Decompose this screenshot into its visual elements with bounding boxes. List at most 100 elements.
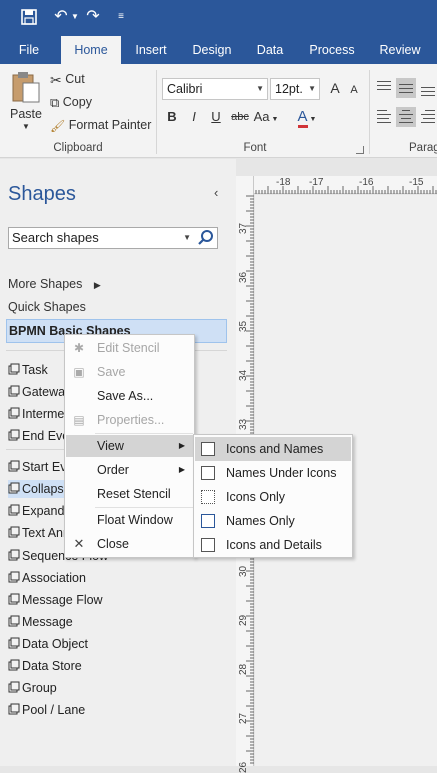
paste-dropdown-icon[interactable]: ▼ — [22, 122, 30, 131]
menu-item-properties[interactable]: ▤ Properties... — [66, 409, 193, 431]
shape-item[interactable]: Group — [8, 679, 228, 697]
redo-icon[interactable]: ↷ — [82, 6, 104, 28]
align-center-button[interactable] — [396, 107, 416, 127]
title-bar: ↶ ▼ ↷ ≡ — [0, 0, 437, 36]
menu-item-float-window[interactable]: Float Window — [66, 509, 193, 531]
grow-font-button[interactable]: A — [326, 78, 344, 98]
ruler-label: 30 — [238, 565, 249, 577]
ruler-label: 35 — [238, 320, 249, 332]
search-placeholder: Search shapes — [12, 230, 99, 245]
ruler-label: 34 — [238, 369, 249, 381]
underline-button[interactable]: U — [208, 106, 224, 128]
chevron-down-icon[interactable]: ▼ — [183, 228, 191, 248]
chevron-right-icon: ▶ — [178, 465, 185, 474]
ruler-label: 37 — [238, 222, 249, 234]
strikethrough-button[interactable]: abc — [229, 106, 251, 128]
menu-item-view[interactable]: View ▶ — [66, 435, 193, 457]
align-bottom-button[interactable] — [418, 78, 437, 98]
ruler-label: 26 — [238, 761, 249, 773]
ribbon-home: Paste ▼ ✂ Cut ⧉ Copy 🖌 Format Painter Cl… — [0, 64, 437, 158]
tab-process[interactable]: Process — [300, 36, 364, 64]
italic-button[interactable]: I — [186, 106, 202, 128]
font-family-value: Calibri — [167, 82, 203, 96]
submenu-item-label: Names Under Icons — [226, 466, 337, 480]
tab-insert[interactable]: Insert — [126, 36, 176, 64]
chevron-left-icon[interactable]: ‹ — [214, 185, 218, 200]
shrink-font-button[interactable]: A — [346, 80, 362, 100]
stencil-context-menu: ✱ Edit Stencil ▣ Save Save As... ▤ Prope… — [64, 334, 195, 558]
font-size-combo[interactable]: 12pt. ▼ — [270, 78, 320, 100]
submenu-item-names-only[interactable]: Names Only — [195, 509, 351, 533]
undo-icon[interactable]: ↶ — [50, 6, 72, 28]
menu-item-close[interactable]: ✕ Close — [66, 533, 193, 555]
save-icon[interactable] — [18, 6, 40, 28]
tab-design[interactable]: Design — [184, 36, 240, 64]
tab-home[interactable]: Home — [61, 36, 121, 64]
menu-item-label: Order — [97, 463, 129, 477]
submenu-item-label: Icons Only — [226, 490, 286, 504]
horizontal-ruler[interactable]: -18 -17 -16 -15 — [236, 176, 437, 194]
ruler-ticks — [237, 186, 437, 194]
font-color-button[interactable]: A ▼ — [290, 106, 324, 128]
align-left-button[interactable] — [374, 107, 394, 127]
submenu-item-icons-only[interactable]: Icons Only — [195, 485, 351, 509]
shape-item[interactable]: Message Flow — [8, 591, 228, 609]
shape-item[interactable]: Association — [8, 569, 228, 587]
menu-item-save[interactable]: ▣ Save — [66, 361, 193, 383]
shapes-pane-title: Shapes — [8, 183, 76, 205]
bold-button[interactable]: B — [164, 106, 180, 128]
format-painter-icon: 🖌 — [50, 118, 66, 133]
align-top-button[interactable] — [374, 78, 394, 98]
ruler-label: 33 — [238, 418, 249, 430]
font-dialog-launcher-icon[interactable] — [356, 146, 364, 154]
menu-item-order[interactable]: Order ▶ — [66, 459, 193, 481]
tab-file[interactable]: File — [8, 36, 50, 64]
menu-item-edit-stencil[interactable]: ✱ Edit Stencil — [66, 337, 193, 359]
align-middle-button[interactable] — [396, 78, 416, 98]
shape-icon — [8, 362, 20, 375]
search-icon[interactable] — [197, 229, 215, 247]
shape-item[interactable]: Pool / Lane — [8, 701, 228, 719]
submenu-item-icons-and-names[interactable]: Icons and Names — [195, 437, 351, 461]
more-shapes-button[interactable]: More Shapes ▶ — [8, 275, 101, 293]
submenu-item-label: Names Only — [226, 514, 295, 528]
shape-icon — [8, 406, 20, 419]
chevron-down-icon: ▼ — [308, 84, 316, 93]
paste-icon — [12, 72, 40, 103]
cut-button[interactable]: ✂ Cut — [50, 69, 85, 89]
undo-dropdown-icon[interactable]: ▼ — [70, 6, 80, 28]
shape-label: Task — [22, 363, 48, 377]
shape-icon — [8, 658, 20, 671]
menu-item-save-as[interactable]: Save As... — [66, 385, 193, 407]
shape-item[interactable]: Message — [8, 613, 228, 631]
ruler-label: -16 — [359, 177, 374, 188]
tab-data[interactable]: Data — [248, 36, 292, 64]
font-family-combo[interactable]: Calibri ▼ — [162, 78, 268, 100]
change-case-button[interactable]: Aa ▼ — [252, 106, 280, 128]
shape-icon — [8, 525, 20, 538]
shape-item[interactable]: Data Store — [8, 657, 228, 675]
customize-qat-icon[interactable]: ≡ — [114, 6, 128, 28]
quick-shapes-item[interactable]: Quick Shapes — [8, 298, 86, 316]
tab-review[interactable]: Review — [372, 36, 428, 64]
paste-button[interactable]: Paste ▼ — [6, 70, 46, 132]
copy-button[interactable]: ⧉ Copy — [50, 92, 92, 112]
shape-icon — [8, 570, 20, 583]
copy-label: Copy — [62, 95, 92, 109]
search-shapes-input[interactable]: Search shapes ▼ — [8, 227, 218, 249]
align-right-button[interactable] — [418, 107, 437, 127]
menu-item-label: Save As... — [97, 389, 154, 403]
shape-item[interactable]: Data Object — [8, 635, 228, 653]
shrink-font-icon: A — [350, 84, 358, 96]
submenu-item-icons-and-details[interactable]: Icons and Details — [195, 533, 351, 557]
format-painter-button[interactable]: 🖌 Format Painter — [50, 115, 151, 135]
submenu-item-names-under-icons[interactable]: Names Under Icons — [195, 461, 351, 485]
font-size-value: 12pt. — [275, 82, 303, 96]
more-shapes-label: More Shapes — [8, 277, 83, 291]
shape-label: Pool / Lane — [22, 703, 86, 717]
icons-and-details-icon — [201, 538, 215, 552]
properties-icon: ▤ — [73, 413, 85, 427]
shape-icon — [8, 702, 20, 715]
group-divider — [156, 70, 157, 154]
menu-item-reset-stencil[interactable]: Reset Stencil — [66, 483, 193, 505]
